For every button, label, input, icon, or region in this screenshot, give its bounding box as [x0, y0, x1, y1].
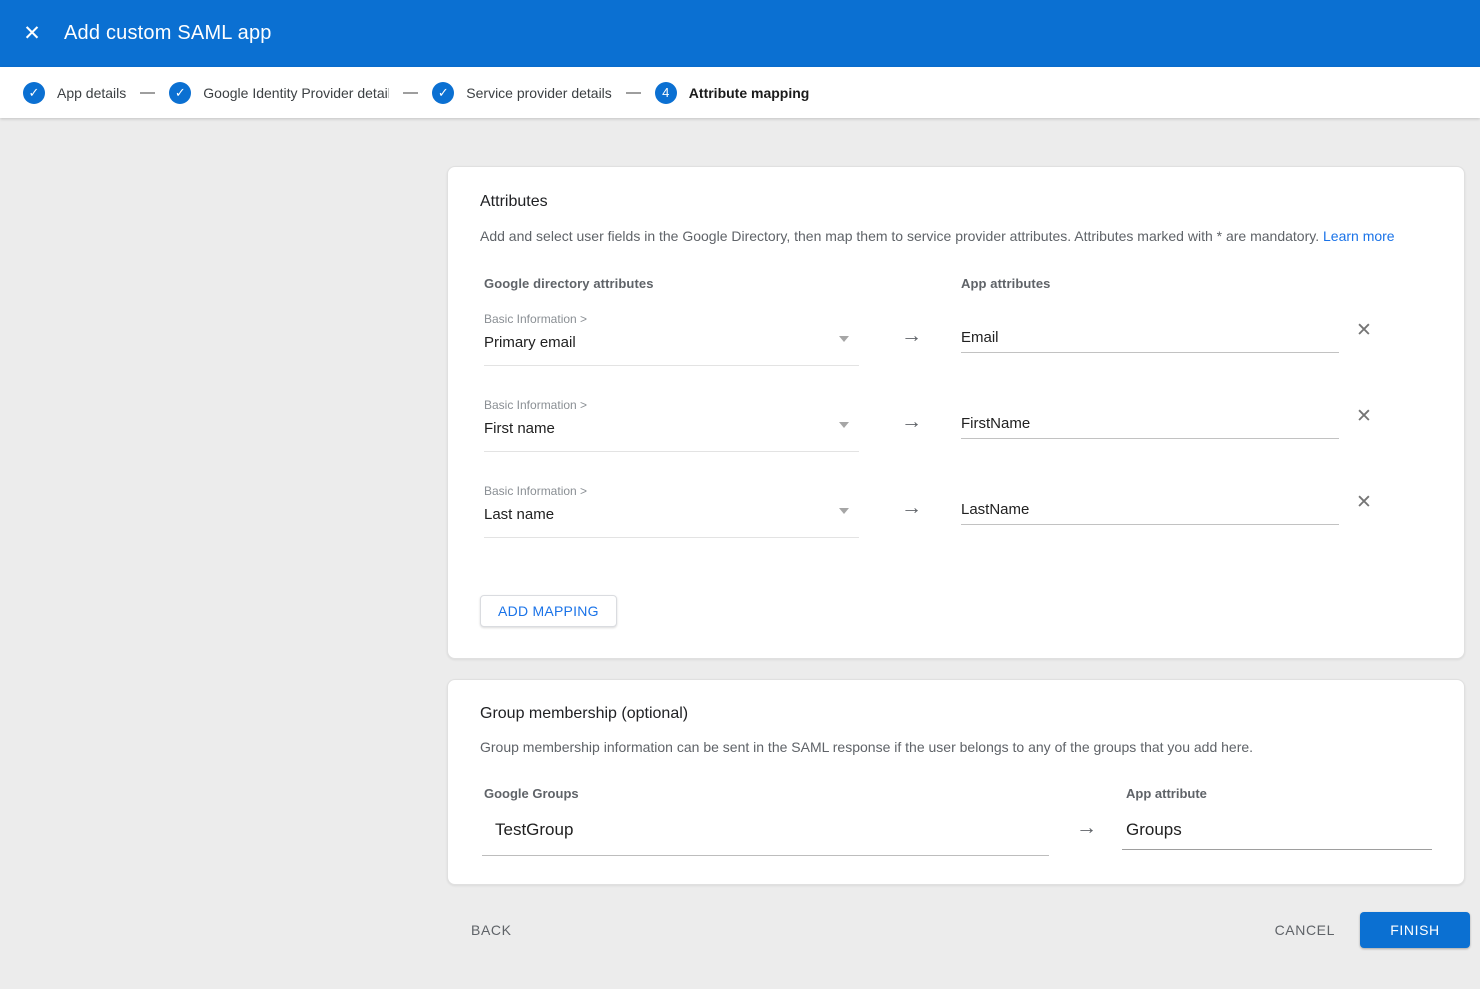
wizard-actions: BACK CANCEL FINISH — [447, 912, 1470, 948]
attributes-card-description: Add and select user fields in the Google… — [480, 226, 1395, 246]
app-attribute-label: App attribute — [1126, 786, 1207, 801]
directory-attribute-select[interactable]: Basic Information > Primary email — [484, 312, 859, 366]
app-attribute-input[interactable]: Email — [961, 329, 1339, 353]
step-connector — [626, 92, 641, 94]
remove-mapping-icon[interactable]: ✕ — [1356, 319, 1372, 342]
cancel-button[interactable]: CANCEL — [1275, 922, 1335, 938]
back-button[interactable]: BACK — [471, 922, 512, 938]
attribute-selected-value: Primary email — [484, 334, 859, 351]
column-header-directory-attributes: Google directory attributes — [484, 276, 654, 291]
step-label: Google Identity Provider details — [203, 85, 389, 101]
step-label: Service provider details — [466, 85, 612, 101]
attributes-card-title: Attributes — [480, 193, 548, 211]
google-groups-label: Google Groups — [484, 786, 579, 801]
step-connector — [140, 92, 155, 94]
check-icon: ✓ — [23, 82, 45, 104]
step-number-badge: 4 — [655, 82, 677, 104]
step-attribute-mapping[interactable]: 4 Attribute mapping — [655, 82, 810, 104]
attribute-category-label: Basic Information > — [484, 398, 859, 412]
attribute-category-label: Basic Information > — [484, 312, 859, 326]
mapping-row: Basic Information > Primary email → Emai… — [480, 306, 1434, 368]
remove-mapping-icon[interactable]: ✕ — [1356, 491, 1372, 514]
mapping-row: Basic Information > Last name → LastName… — [480, 478, 1434, 540]
finish-button[interactable]: FINISH — [1360, 912, 1470, 948]
dialog-title: Add custom SAML app — [64, 22, 272, 45]
group-app-attribute-input[interactable]: Groups — [1122, 814, 1432, 850]
attribute-selected-value: First name — [484, 420, 859, 437]
directory-attribute-select[interactable]: Basic Information > Last name — [484, 484, 859, 538]
google-groups-input[interactable]: TestGroup — [482, 814, 1049, 856]
learn-more-link[interactable]: Learn more — [1323, 228, 1395, 244]
step-app-details[interactable]: ✓ App details — [23, 82, 126, 104]
arrow-right-icon: → — [1076, 816, 1097, 840]
directory-attribute-select[interactable]: Basic Information > First name — [484, 398, 859, 452]
add-mapping-button[interactable]: ADD MAPPING — [480, 595, 617, 627]
step-service-provider-details[interactable]: ✓ Service provider details — [432, 82, 612, 104]
mapping-row: Basic Information > First name → FirstNa… — [480, 392, 1434, 454]
dropdown-arrow-icon — [839, 336, 849, 342]
dropdown-arrow-icon — [839, 508, 849, 514]
arrow-right-icon: → — [901, 324, 922, 348]
close-icon[interactable]: ✕ — [12, 14, 52, 54]
step-label: Attribute mapping — [689, 85, 810, 101]
arrow-right-icon: → — [901, 410, 922, 434]
group-membership-card: Group membership (optional) Group member… — [447, 679, 1465, 885]
dropdown-arrow-icon — [839, 422, 849, 428]
attribute-selected-value: Last name — [484, 506, 859, 523]
step-google-idp-details[interactable]: ✓ Google Identity Provider details — [169, 82, 389, 104]
step-connector — [403, 92, 418, 94]
wizard-stepper: ✓ App details ✓ Google Identity Provider… — [0, 67, 1480, 118]
dialog-header: ✕ Add custom SAML app — [0, 0, 1480, 67]
check-icon: ✓ — [432, 82, 454, 104]
attribute-category-label: Basic Information > — [484, 484, 859, 498]
arrow-right-icon: → — [901, 496, 922, 520]
attributes-card: Attributes Add and select user fields in… — [447, 166, 1465, 659]
column-header-app-attributes: App attributes — [961, 276, 1051, 291]
step-label: App details — [57, 85, 126, 101]
description-text: Add and select user fields in the Google… — [480, 228, 1319, 244]
app-attribute-input[interactable]: FirstName — [961, 415, 1339, 439]
app-attribute-input[interactable]: LastName — [961, 501, 1339, 525]
group-card-description: Group membership information can be sent… — [480, 737, 1253, 757]
remove-mapping-icon[interactable]: ✕ — [1356, 405, 1372, 428]
group-card-title: Group membership (optional) — [480, 705, 688, 723]
check-icon: ✓ — [169, 82, 191, 104]
